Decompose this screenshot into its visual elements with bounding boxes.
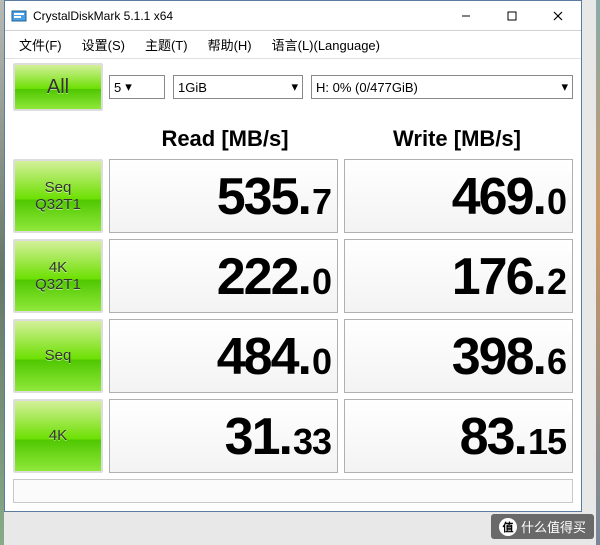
- read-frac: 33: [293, 405, 331, 479]
- app-icon: [11, 8, 27, 24]
- read-value-cell: 222.0: [109, 239, 338, 313]
- close-button[interactable]: [535, 1, 581, 31]
- read-value-cell: 535.7: [109, 159, 338, 233]
- chevron-down-icon: ▾: [561, 79, 568, 95]
- config-toolbar: 5▾ 1GiB▾ H: 0% (0/477GiB)▾: [109, 63, 573, 111]
- menu-theme[interactable]: 主题(T): [135, 32, 198, 57]
- runs-select[interactable]: 5▾: [109, 75, 165, 99]
- test-label-line2: Q32T1: [35, 196, 81, 213]
- run-seq q32t1-button[interactable]: SeqQ32T1: [13, 159, 103, 233]
- run-seq-button[interactable]: Seq: [13, 319, 103, 393]
- test-label-line2: Q32T1: [35, 276, 81, 293]
- run-4k q32t1-button[interactable]: 4KQ32T1: [13, 239, 103, 313]
- write-int: 469: [452, 160, 533, 234]
- menu-help[interactable]: 帮助(H): [198, 32, 262, 57]
- write-int: 398: [452, 320, 533, 394]
- read-frac: 7: [312, 165, 331, 239]
- write-frac: 0: [547, 165, 566, 239]
- write-value-cell: 176.2: [344, 239, 573, 313]
- test-label-line1: Seq: [45, 179, 72, 196]
- read-int: 484: [217, 320, 298, 394]
- write-int: 176: [452, 240, 533, 314]
- maximize-button[interactable]: [489, 1, 535, 31]
- read-int: 222: [217, 240, 298, 314]
- main-area: All 5▾ 1GiB▾ H: 0% (0/477GiB)▾: [5, 59, 581, 119]
- read-header: Read [MB/s]: [109, 126, 341, 152]
- titlebar[interactable]: CrystalDiskMark 5.1.1 x64: [5, 1, 581, 31]
- watermark: 值 什么值得买: [491, 514, 594, 539]
- drive-select[interactable]: H: 0% (0/477GiB) ▾: [311, 75, 573, 99]
- read-frac: 0: [312, 325, 331, 399]
- window-title: CrystalDiskMark 5.1.1 x64: [33, 9, 443, 23]
- test-label-line1: Seq: [45, 347, 72, 364]
- read-value-cell: 484.0: [109, 319, 338, 393]
- menu-language[interactable]: 语言(L)(Language): [262, 32, 390, 57]
- run-4k-button[interactable]: 4K: [13, 399, 103, 473]
- watermark-text: 什么值得买: [521, 517, 586, 536]
- result-row: Seq 484.0398.6: [13, 319, 573, 393]
- test-buttons-column: All: [13, 63, 103, 111]
- results-grid: SeqQ32T1535.7469.04KQ32T1222.0176.2Seq48…: [5, 159, 581, 473]
- menubar: 文件(F) 设置(S) 主题(T) 帮助(H) 语言(L)(Language): [5, 31, 581, 59]
- status-bar: [13, 479, 573, 503]
- result-header-row: Read [MB/s] Write [MB/s]: [5, 119, 581, 159]
- read-int: 31: [225, 400, 279, 474]
- minimize-button[interactable]: [443, 1, 489, 31]
- read-int: 535: [217, 160, 298, 234]
- write-header: Write [MB/s]: [341, 126, 573, 152]
- controls-and-results: 5▾ 1GiB▾ H: 0% (0/477GiB)▾: [109, 63, 573, 111]
- size-value: 1GiB: [178, 80, 207, 95]
- runs-value: 5: [114, 80, 121, 95]
- chevron-down-icon: ▾: [291, 79, 298, 95]
- write-frac: 6: [547, 325, 566, 399]
- watermark-icon: 值: [499, 518, 517, 536]
- chevron-down-icon: ▾: [125, 79, 132, 95]
- read-frac: 0: [312, 245, 331, 319]
- read-value-cell: 31.33: [109, 399, 338, 473]
- write-frac: 2: [547, 245, 566, 319]
- test-label-line1: 4K: [49, 259, 67, 276]
- write-value-cell: 83.15: [344, 399, 573, 473]
- run-all-button[interactable]: All: [13, 63, 103, 111]
- menu-file[interactable]: 文件(F): [9, 32, 72, 57]
- run-all-label: All: [47, 76, 69, 99]
- write-frac: 15: [528, 405, 566, 479]
- menu-settings[interactable]: 设置(S): [72, 32, 135, 57]
- app-window: CrystalDiskMark 5.1.1 x64 文件(F) 设置(S) 主题…: [4, 0, 582, 512]
- write-value-cell: 398.6: [344, 319, 573, 393]
- write-value-cell: 469.0: [344, 159, 573, 233]
- test-label-line1: 4K: [49, 427, 67, 444]
- size-select[interactable]: 1GiB ▾: [173, 75, 303, 99]
- result-row: SeqQ32T1535.7469.0: [13, 159, 573, 233]
- write-int: 83: [460, 400, 514, 474]
- result-row: 4KQ32T1222.0176.2: [13, 239, 573, 313]
- background-sliver-right: [596, 0, 600, 545]
- drive-value: H: 0% (0/477GiB): [316, 80, 418, 95]
- result-row: 4K 31.3383.15: [13, 399, 573, 473]
